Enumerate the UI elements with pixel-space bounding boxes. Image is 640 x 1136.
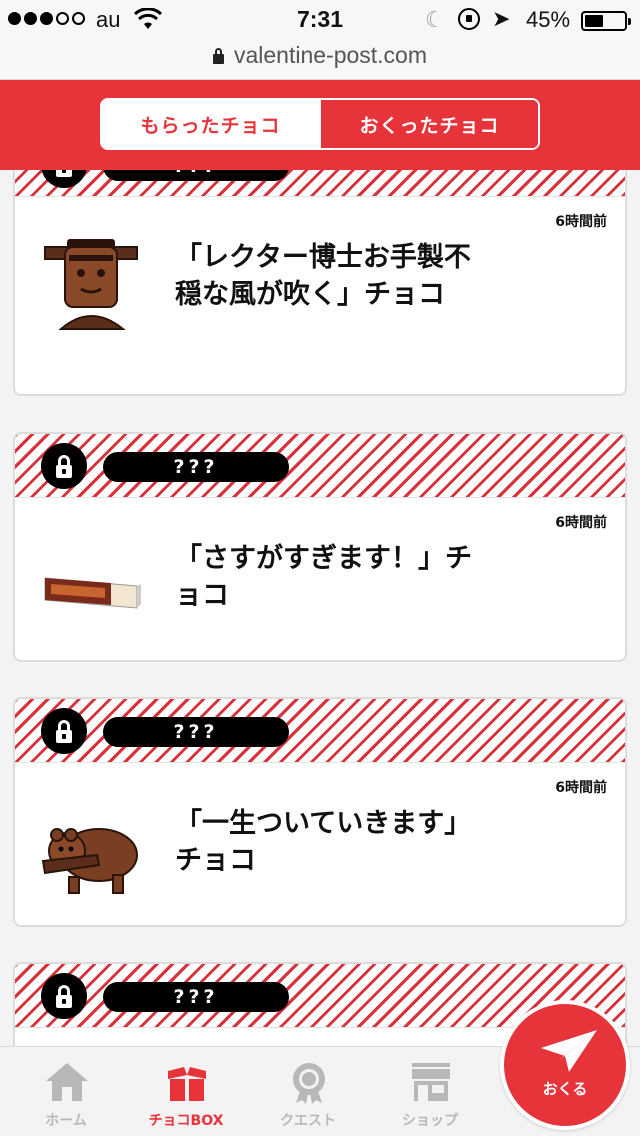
address-bar[interactable]: valentine-post.com	[0, 40, 640, 80]
nav-label: ホーム	[45, 1113, 87, 1129]
battery-percent: 45%	[526, 7, 571, 32]
chocolate-title: 「一生ついていきます」チョコ	[175, 808, 472, 876]
do-not-disturb-icon: ☾	[425, 7, 445, 32]
lock-icon	[41, 170, 87, 188]
gift-box-icon	[168, 1067, 206, 1101]
lock-icon	[41, 443, 87, 489]
nav-item-quest[interactable]: クエスト	[248, 1047, 368, 1136]
lock-icon	[41, 708, 87, 754]
chocolate-title: 「さすがすぎます！」チョコ	[175, 543, 472, 611]
medal-icon	[293, 1063, 325, 1104]
lock-icon	[41, 973, 87, 1019]
list-item[interactable]: ??? 6時間前 「一生ついていきます」チョコ	[13, 697, 627, 927]
card-header: ???	[15, 434, 625, 498]
send-chocolate-button[interactable]: おくる	[500, 1000, 630, 1130]
timestamp: 6時間前	[555, 780, 607, 796]
card-header: ???	[15, 699, 625, 763]
nav-item-choco-box[interactable]: チョコBOX	[126, 1047, 246, 1136]
sender-name: ???	[103, 452, 289, 482]
shop-icon	[412, 1063, 450, 1101]
sender-name: ???	[103, 170, 289, 181]
nav-item-shop[interactable]: ショップ	[370, 1047, 490, 1136]
battery-icon	[581, 11, 631, 31]
app-header: もらったチョコ おくったチョコ	[0, 80, 640, 170]
frankenstein-chocolate-image	[44, 239, 138, 330]
card-header: ???	[15, 170, 625, 197]
nav-label: クエスト	[280, 1113, 336, 1129]
chocolate-bar-box-image	[44, 577, 141, 609]
chocolate-list[interactable]: ??? 6時間前 「レクター博士お手製不穏な風が吹く」チョコ ??? 6時間前 …	[0, 170, 640, 1046]
send-button-label: おくる	[542, 1080, 588, 1098]
url-text: valentine-post.com	[233, 42, 428, 68]
bear-chocolate-image	[41, 828, 138, 894]
location-arrow-icon: ➤	[492, 6, 511, 31]
nav-item-home[interactable]: ホーム	[6, 1047, 126, 1136]
nav-label: チョコBOX	[148, 1113, 224, 1129]
paper-plane-icon	[541, 1030, 597, 1072]
rotation-lock-icon	[458, 8, 480, 30]
timestamp: 6時間前	[555, 515, 607, 531]
sender-name: ???	[103, 717, 289, 747]
timestamp: 6時間前	[555, 214, 607, 230]
list-item[interactable]: ??? 6時間前 「レクター博士お手製不穏な風が吹く」チョコ	[13, 170, 627, 396]
secure-lock-icon	[212, 48, 224, 64]
home-icon	[46, 1063, 88, 1101]
tab-sent[interactable]: おくったチョコ	[319, 100, 538, 148]
status-bar: au 7:31 ☾ ➤ 45%	[0, 0, 640, 40]
sender-name: ???	[103, 982, 289, 1012]
list-item[interactable]: ??? 6時間前 「さすがすぎます！」チョコ	[13, 432, 627, 662]
tab-switcher: もらったチョコ おくったチョコ	[100, 98, 540, 150]
tab-received[interactable]: もらったチョコ	[102, 100, 319, 148]
nav-label: ショップ	[402, 1113, 458, 1129]
chocolate-title: 「レクター博士お手製不穏な風が吹く」チョコ	[175, 242, 471, 310]
